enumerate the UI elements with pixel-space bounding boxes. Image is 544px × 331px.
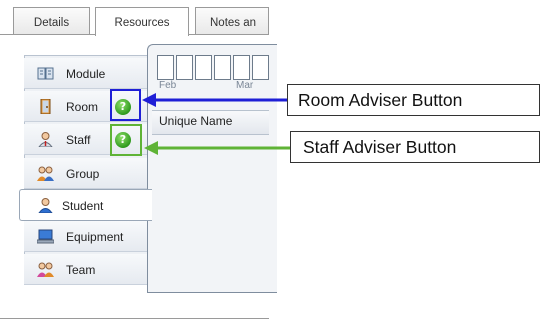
sidebar-item-student[interactable]: Student xyxy=(19,189,152,221)
week-cell[interactable] xyxy=(252,55,269,80)
week-cell[interactable] xyxy=(157,55,174,80)
week-cell[interactable] xyxy=(176,55,193,80)
sidebar-item-label: Module xyxy=(66,67,106,81)
room-arrow-head xyxy=(142,93,156,107)
callout-arrows xyxy=(142,93,290,155)
room-adviser-callout: Room Adviser Button xyxy=(287,84,540,116)
staff-adviser-callout: Staff Adviser Button xyxy=(290,131,540,163)
week-cell[interactable] xyxy=(233,55,250,80)
group-icon xyxy=(37,166,54,181)
sidebar-item-label: Student xyxy=(62,199,104,213)
equipment-icon xyxy=(37,229,54,244)
bottom-divider xyxy=(0,318,269,319)
week-cell[interactable] xyxy=(195,55,212,80)
sidebar-item-module[interactable]: Module xyxy=(24,58,148,89)
sidebar-item-label: Group xyxy=(66,167,100,181)
sidebar-item-label: Staff xyxy=(66,133,91,147)
student-icon xyxy=(38,198,53,213)
tab-details[interactable]: Details xyxy=(13,7,90,34)
tab-notes[interactable]: Notes an xyxy=(195,7,269,34)
team-icon xyxy=(37,262,54,277)
sidebar-item-group[interactable]: Group xyxy=(24,158,148,189)
sidebar-item-label: Team xyxy=(66,263,96,277)
sidebar-item-team[interactable]: Team xyxy=(24,254,148,285)
room-adviser-highlight xyxy=(110,89,141,121)
sidebar-item-label: Room xyxy=(66,100,99,114)
staff-arrow-head xyxy=(144,141,158,155)
sidebar-item-label: Equipment xyxy=(66,230,124,244)
tab-resources[interactable]: Resources xyxy=(95,7,189,36)
module-icon xyxy=(37,67,54,80)
staff-adviser-highlight xyxy=(110,124,142,156)
room-icon xyxy=(40,99,51,114)
week-cell[interactable] xyxy=(214,55,231,80)
sidebar-item-equipment[interactable]: Equipment xyxy=(24,221,148,252)
staff-icon xyxy=(38,132,53,147)
week-cells xyxy=(157,55,269,82)
